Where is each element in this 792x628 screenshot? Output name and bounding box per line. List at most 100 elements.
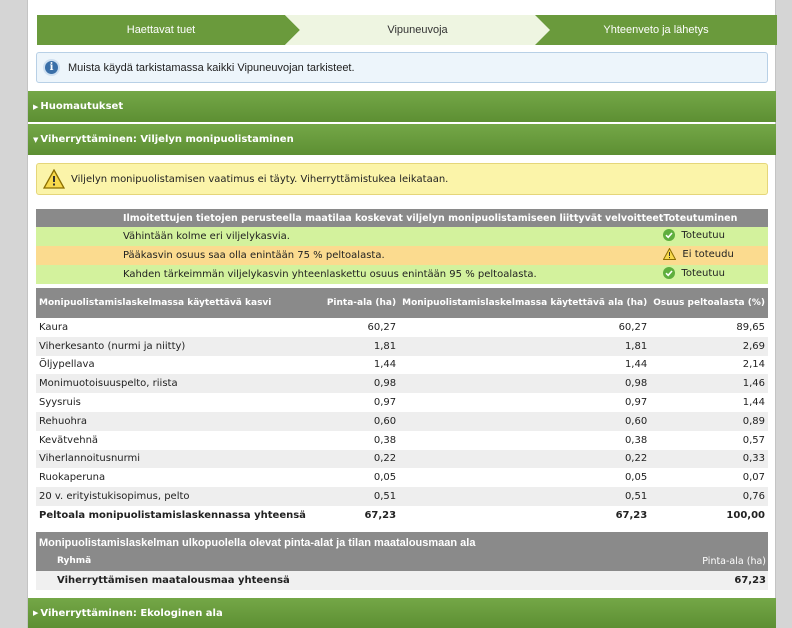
crop-name: Kevätvehnä <box>36 430 320 450</box>
table-row: Syysruis 0,97 0,97 1,44 <box>36 393 768 412</box>
crop-area: 0,60 <box>319 411 400 431</box>
obligation-row: Kahden tärkeimmän viljelykasvin yhteenla… <box>36 265 768 284</box>
obligation-status: Ei toteudu <box>682 248 734 260</box>
crop-area: 0,38 <box>319 430 400 450</box>
obligation-row: Vähintään kolme eri viljelykasvia. Toteu… <box>36 227 768 246</box>
crop-used-area: 1,81 <box>399 336 651 356</box>
crop-area: 0,22 <box>319 449 400 469</box>
crop-share: 89,65 <box>650 318 768 337</box>
obligation-text: Vähintään kolme eri viljelykasvia. <box>122 227 664 246</box>
outside-areas-section: Monipuolistamislaskelman ulkopuolella ol… <box>36 532 768 590</box>
outside-total-label: Viherryttämisen maatalousmaa yhteensä <box>57 575 290 586</box>
crop-used-area: 0,38 <box>399 430 651 450</box>
info-banner: i Muista käydä tarkistamassa kaikki Vipu… <box>36 52 768 83</box>
crop-used-area: 60,27 <box>399 318 651 337</box>
outside-total-value: 67,23 <box>734 575 766 586</box>
accordion-ekologinen-ala[interactable]: ▶ Viherryttäminen: Ekologinen ala <box>28 598 776 628</box>
caret-down-icon: ▼ <box>33 135 39 144</box>
warning-icon <box>663 248 677 260</box>
accordion-title: Viherryttäminen: Viljelyn monipuolistami… <box>40 134 294 145</box>
table-row: Viherkesanto (nurmi ja niitty) 1,81 1,81 2,… <box>36 336 768 356</box>
crop-share: 0,07 <box>650 468 768 488</box>
header-area: Pinta-ala (ha) <box>319 288 400 318</box>
warning-message: Viljelyn monipuolistamisen vaatimus ei t… <box>71 173 449 185</box>
table-row: Viherlannoitusnurmi 0,22 0,22 0,33 <box>36 449 768 469</box>
step-label: Haettavat tuet <box>126 24 196 36</box>
crop-area: 0,97 <box>319 393 400 412</box>
crop-share: 0,33 <box>650 449 768 469</box>
crop-name: Viherkesanto (nurmi ja niitty) <box>36 336 320 356</box>
outside-areas-header: Monipuolistamislaskelman ulkopuolella ol… <box>36 532 768 571</box>
obligation-status-cell: Toteutuu <box>663 227 768 246</box>
header-used-area: Monipuolistamislaskelmassa käytettävä al… <box>399 288 651 318</box>
crops-header-row: Monipuolistamislaskelmassa käytettävä ka… <box>36 288 768 318</box>
crop-area: 0,98 <box>319 374 400 394</box>
crop-name: Rehuohra <box>36 411 320 431</box>
accordion-monipuolistaminen[interactable]: ▼ Viherryttäminen: Viljelyn monipuolista… <box>28 124 776 155</box>
crop-share: 2,14 <box>650 355 768 375</box>
wizard-steps: Haettavat tuet Vipuneuvoja Yhteenveto ja… <box>37 15 777 45</box>
total-row: Peltoala monipuolistamislaskennassa yhte… <box>36 505 768 525</box>
header-area: Pinta-ala (ha) <box>702 556 766 567</box>
crop-used-area: 1,44 <box>399 355 651 375</box>
step-yhteenveto[interactable]: Yhteenveto ja lähetys <box>535 15 777 45</box>
header-spacer <box>36 209 123 227</box>
caret-right-icon: ▶ <box>33 609 39 617</box>
table-row: Kaura 60,27 60,27 89,65 <box>36 318 768 337</box>
table-row: Kevätvehnä 0,38 0,38 0,57 <box>36 430 768 450</box>
outside-areas-title: Monipuolistamislaskelman ulkopuolella ol… <box>39 537 476 549</box>
crop-name: Öljypellava <box>36 355 320 375</box>
crop-used-area: 0,98 <box>399 374 651 394</box>
table-row: 20 v. erityistukisopimus, pelto 0,51 0,51 0… <box>36 487 768 506</box>
table-row: Rehuohra 0,60 0,60 0,89 <box>36 411 768 431</box>
crop-share: 1,46 <box>650 374 768 394</box>
crop-used-area: 0,51 <box>399 487 651 506</box>
outside-total-row: Viherryttämisen maatalousmaa yhteensä 67… <box>36 571 768 590</box>
crop-share: 1,44 <box>650 393 768 412</box>
obligation-text: Pääkasvin osuus saa olla enintään 75 % p… <box>122 246 664 265</box>
crop-name: Kaura <box>36 318 320 337</box>
crop-share: 2,69 <box>650 336 768 356</box>
crop-area: 0,51 <box>319 487 400 506</box>
table-row: Ruokaperuna 0,05 0,05 0,07 <box>36 468 768 488</box>
warning-icon <box>43 169 65 189</box>
crop-name: 20 v. erityistukisopimus, pelto <box>36 487 320 506</box>
row-spacer <box>36 265 123 284</box>
header-group: Ryhmä <box>57 556 92 566</box>
crop-used-area: 0,97 <box>399 393 651 412</box>
info-message: Muista käydä tarkistamassa kaikki Vipune… <box>68 61 355 74</box>
crop-share: 0,76 <box>650 487 768 506</box>
step-label: Yhteenveto ja lähetys <box>603 24 709 36</box>
step-label: Vipuneuvoja <box>387 24 448 36</box>
accordion-huomautukset[interactable]: ▶ Huomautukset <box>28 91 776 122</box>
crops-table: Monipuolistamislaskelmassa käytettävä ka… <box>36 288 768 525</box>
crop-name: Viherlannoitusnurmi <box>36 449 320 469</box>
accordion-title: Viherryttäminen: Ekologinen ala <box>40 607 223 619</box>
accordion-title: Huomautukset <box>40 101 124 112</box>
caret-right-icon: ▶ <box>33 102 39 111</box>
crop-used-area: 0,05 <box>399 468 651 488</box>
obligation-status-cell: Ei toteudu <box>663 246 768 265</box>
obligation-text: Kahden tärkeimmän viljelykasvin yhteenla… <box>122 265 664 284</box>
crop-used-area: 0,60 <box>399 411 651 431</box>
check-circle-icon <box>663 229 676 241</box>
check-circle-icon <box>663 267 676 279</box>
info-icon: i <box>43 59 60 76</box>
step-vipuneuvoja[interactable]: Vipuneuvoja <box>285 15 550 45</box>
step-haettavat-tuet[interactable]: Haettavat tuet <box>37 15 300 45</box>
total-area: 67,23 <box>319 505 400 525</box>
obligation-status: Toteutuu <box>681 229 725 241</box>
crop-area: 60,27 <box>319 318 400 337</box>
header-share: Osuus peltoalasta (%) <box>650 288 768 318</box>
crop-area: 0,05 <box>319 468 400 488</box>
header-crop: Monipuolistamislaskelmassa käytettävä ka… <box>36 288 320 318</box>
obligation-status-cell: Toteutuu <box>663 265 768 284</box>
table-row: Monimuotoisuuspelto, riista 0,98 0,98 1,46 <box>36 374 768 394</box>
crop-name: Syysruis <box>36 393 320 412</box>
header-requirement: Ilmoitettujen tietojen perusteella maati… <box>122 209 664 227</box>
crop-name: Monimuotoisuuspelto, riista <box>36 374 320 394</box>
total-share: 100,00 <box>650 505 768 525</box>
row-spacer <box>36 246 123 265</box>
table-row: Öljypellava 1,44 1,44 2,14 <box>36 355 768 375</box>
crop-area: 1,44 <box>319 355 400 375</box>
